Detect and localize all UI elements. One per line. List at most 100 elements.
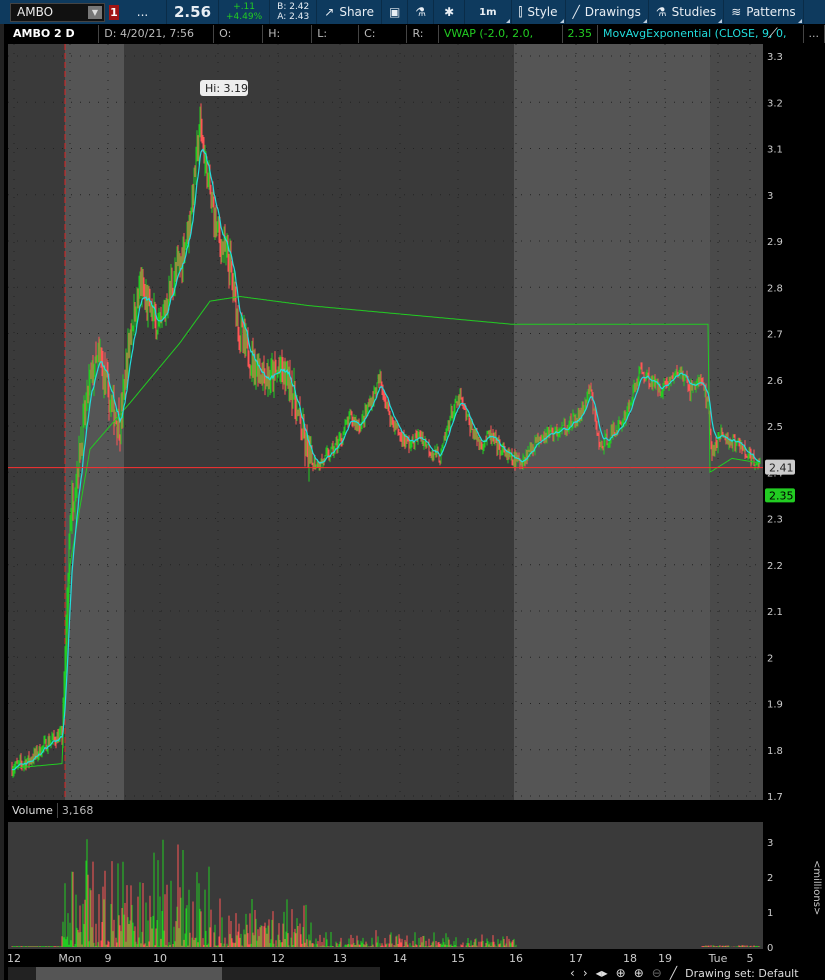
- symbol-input[interactable]: AMBO ▼: [10, 2, 105, 22]
- expand-icon[interactable]: ◂▸: [596, 966, 608, 980]
- alert-button[interactable]: ▣: [382, 0, 409, 24]
- studies-button[interactable]: ⚗ Studies: [649, 0, 725, 24]
- patterns-label: Patterns: [746, 5, 796, 19]
- patterns-button[interactable]: ≋ Patterns: [724, 0, 804, 24]
- share-label: Share: [339, 5, 374, 19]
- volume-value: 3,168: [61, 804, 94, 817]
- candle-icon: ⫿: [518, 4, 523, 19]
- price-tick-label: 2.5: [767, 422, 783, 433]
- price-tick-label: 1.8: [767, 746, 783, 757]
- price-tick-label: 2.8: [767, 283, 783, 294]
- price-tick-label: 2.3: [767, 515, 783, 526]
- price-tick-label: 1.7: [767, 792, 783, 803]
- line-icon: ╱: [572, 5, 580, 19]
- more-button[interactable]: ...: [119, 0, 167, 24]
- volume-tick-label: 0: [767, 943, 773, 954]
- price-tick-label: 2.6: [767, 376, 783, 387]
- volume-unit: <millions>: [811, 860, 822, 916]
- net-change: +.11: [233, 2, 256, 12]
- time-tick-label: 5: [747, 952, 754, 964]
- vwap-study-label[interactable]: VWAP (-2.0, 2.0, DAY): [439, 25, 563, 58]
- settings-button[interactable]: ✱: [434, 0, 466, 24]
- info-low: L: 2.41: [312, 25, 360, 58]
- time-tick-label: 17: [569, 952, 583, 964]
- volume-tick-label: 2: [767, 873, 773, 884]
- symbol-text: AMBO: [17, 5, 54, 19]
- share-button[interactable]: ↗ Share: [317, 0, 382, 24]
- crosshair-icon[interactable]: ⊕: [616, 966, 626, 980]
- last-price-tag-text: 2.41: [769, 462, 794, 475]
- info-date: D: 4/20/21, 7:56 PM: [99, 25, 215, 58]
- price-tick-label: 3.2: [767, 98, 783, 109]
- time-tick-label: 10: [153, 952, 167, 964]
- info-close: C: 2.41: [359, 25, 408, 58]
- pct-change: +4.49%: [226, 12, 263, 22]
- chart-title[interactable]: AMBO 2 D 1m: [8, 25, 100, 58]
- scroll-thumb[interactable]: [36, 967, 222, 980]
- zoom-out-icon[interactable]: ⊖: [652, 966, 662, 980]
- flask-icon: ⚗: [655, 5, 667, 19]
- info-more[interactable]: ...: [804, 25, 825, 43]
- volume-tick-label: 1: [767, 908, 773, 919]
- volume-header: Volume 3,168: [8, 803, 98, 818]
- timeframe-button[interactable]: 1m: [465, 0, 512, 24]
- price-tick-label: 1.9: [767, 700, 783, 711]
- gear-icon: ✱: [444, 5, 455, 19]
- horizontal-scrollbar[interactable]: [8, 967, 380, 980]
- volume-pane: [8, 822, 763, 949]
- style-button[interactable]: ⫿ Style: [512, 0, 566, 24]
- hi-callout-text: Hi: 3.19: [205, 82, 248, 95]
- last-price: 2.56: [167, 0, 220, 24]
- time-tick-label: 15: [451, 952, 465, 964]
- info-high: H: 2.41: [263, 25, 313, 58]
- time-tick-label: 18: [623, 952, 637, 964]
- patterns-icon: ≋: [731, 5, 742, 19]
- vwap-value: 2.35: [563, 25, 599, 43]
- scroll-left-icon[interactable]: ‹: [570, 966, 575, 980]
- link-group-badge[interactable]: 1: [109, 4, 119, 20]
- flask-icon: ⚗: [415, 5, 427, 19]
- share-icon: ↗: [324, 5, 335, 19]
- time-tick-label: 12: [271, 952, 285, 964]
- drawings-label: Drawings: [584, 5, 641, 19]
- time-tick-label: Mon: [58, 952, 81, 964]
- price-tick-label: 2.2: [767, 561, 783, 572]
- bid: B: 2.42: [277, 2, 310, 12]
- time-tick-label: 14: [393, 952, 407, 964]
- time-tick-label: 12: [7, 952, 21, 964]
- zoom-in-icon[interactable]: ⊕: [634, 966, 644, 980]
- toolbar: AMBO ▼ 1 ... 2.56 +.11 +4.49% B: 2.42 A: 2.…: [0, 0, 825, 24]
- timeframe-label: 1m: [479, 6, 497, 18]
- vwap-price-tag-text: 2.35: [769, 489, 794, 502]
- volume-tick-label: 3: [767, 838, 773, 849]
- price-tick-label: 2.7: [767, 330, 783, 341]
- drawing-set-label[interactable]: Drawing set: Default: [685, 967, 798, 980]
- scroll-right-icon[interactable]: ›: [583, 966, 588, 980]
- studies-label: Studies: [671, 5, 717, 19]
- ask: A: 2.43: [277, 12, 310, 22]
- info-open: O: 2.41: [214, 25, 264, 58]
- symbol-dropdown-icon[interactable]: ▼: [88, 5, 102, 19]
- flask-button[interactable]: ⚗: [408, 0, 435, 24]
- study-toggle-icon[interactable]: ⟋: [768, 26, 778, 42]
- time-tick-label: Tue: [708, 952, 728, 964]
- price-tick-label: 2.9: [767, 237, 783, 248]
- pencil-icon[interactable]: ╱: [670, 966, 677, 980]
- info-range: R: 0: [407, 25, 439, 58]
- time-tick-label: 11: [211, 952, 225, 964]
- price-tick-label: 3.1: [767, 145, 783, 156]
- volume-label: Volume: [8, 803, 58, 818]
- time-tick-label: 16: [509, 952, 523, 964]
- session-shade: [514, 44, 710, 800]
- price-chart[interactable]: 3.33.23.132.92.82.72.62.52.42.32.22.121.…: [0, 44, 825, 964]
- price-tick-label: 2: [767, 653, 773, 664]
- time-tick-label: 19: [658, 952, 672, 964]
- drawings-button[interactable]: ╱ Drawings: [566, 0, 649, 24]
- chart-info-bar: AMBO 2 D 1m D: 4/20/21, 7:56 PM O: 2.41 …: [8, 25, 825, 58]
- price-tick-label: 2.1: [767, 607, 783, 618]
- price-tick-label: 3: [767, 191, 773, 202]
- time-tick-label: 9: [105, 952, 112, 964]
- calendar-alert-icon: ▣: [388, 5, 401, 19]
- price-tick-label: 3.3: [767, 52, 783, 63]
- time-tick-label: 13: [333, 952, 347, 964]
